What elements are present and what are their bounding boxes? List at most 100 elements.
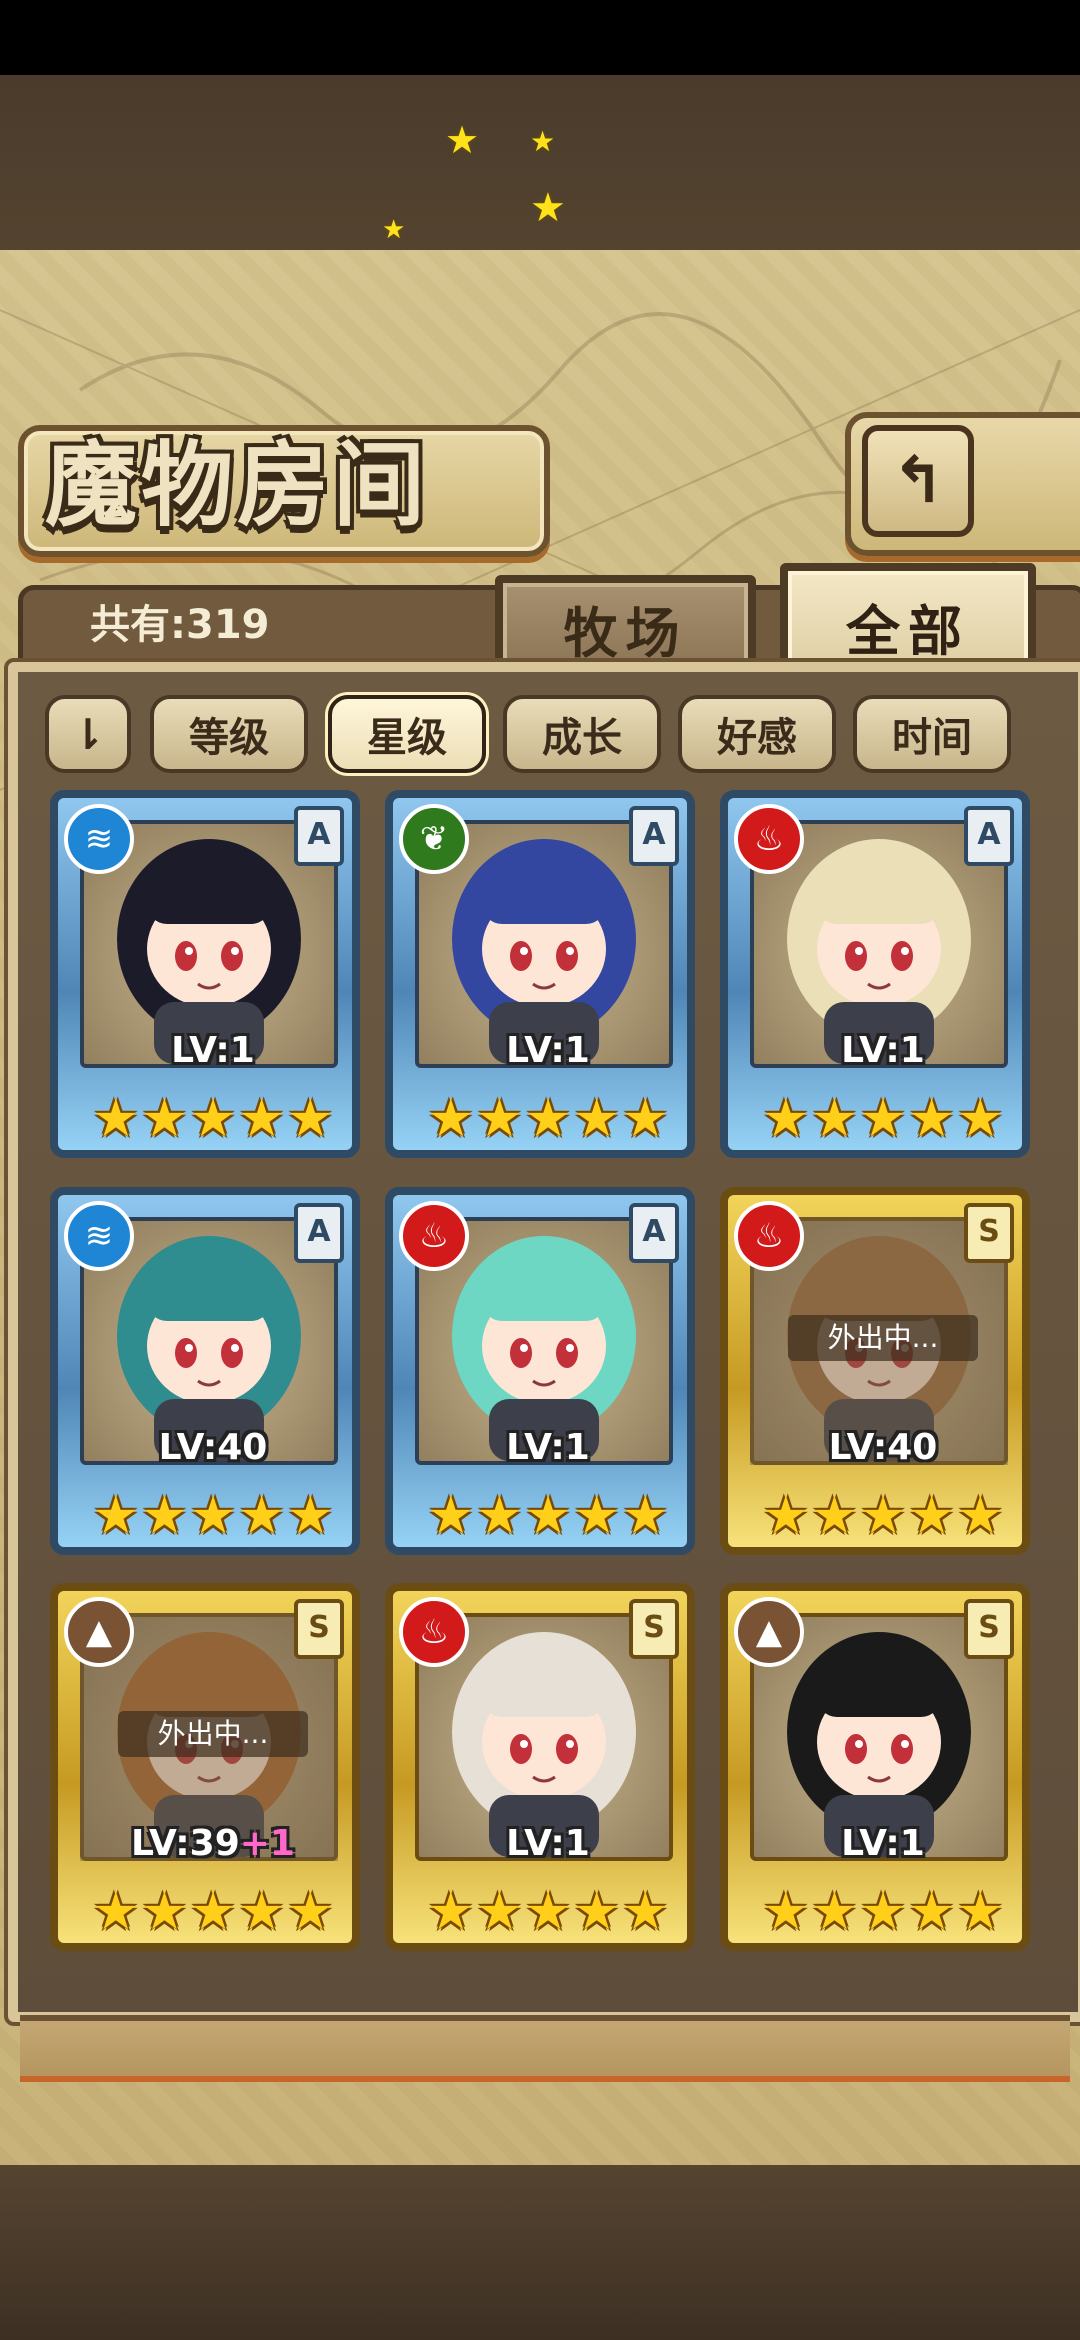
star-icon: ★ xyxy=(908,1089,955,1149)
level-label: LV:1 xyxy=(58,1030,352,1071)
sort-order-icon: ⇂ xyxy=(70,709,106,759)
star-icon: ★ xyxy=(621,1882,669,1942)
star-icon: ★ xyxy=(524,1089,572,1149)
star-icon: ★ xyxy=(238,1882,285,1942)
level-value: LV:1 xyxy=(506,1427,590,1468)
sort-growth-button[interactable]: 成长 xyxy=(503,695,661,773)
star-icon: ★ xyxy=(956,1882,1004,1942)
rank-badge: S xyxy=(294,1599,344,1659)
star-icon: ★ xyxy=(621,1486,669,1546)
decorative-star-icon: ★ xyxy=(382,215,406,245)
star-rating: ★ ★ ★ ★ ★ xyxy=(762,1089,1003,1149)
star-rating: ★ ★ ★ ★ ★ xyxy=(762,1486,1003,1546)
monster-card[interactable]: 外出中... ♨ S LV:40 ★ ★ ★ ★ ★ xyxy=(720,1187,1030,1555)
star-icon: ★ xyxy=(427,1486,475,1546)
rank-badge: S xyxy=(964,1203,1014,1263)
water-icon: ≋ xyxy=(64,804,134,874)
decorative-star-icon: ★ xyxy=(530,185,566,231)
monster-card[interactable]: ▲ S LV:1 ★ ★ ★ ★ ★ xyxy=(720,1583,1030,1951)
sort-level-button[interactable]: 等级 xyxy=(150,695,308,773)
star-icon: ★ xyxy=(573,1089,620,1149)
sort-time-button[interactable]: 时间 xyxy=(853,695,1011,773)
panel-bottom-strip xyxy=(20,2015,1070,2082)
star-rating: ★ ★ ★ ★ ★ xyxy=(762,1882,1003,1942)
star-icon: ★ xyxy=(92,1882,140,1942)
star-icon: ★ xyxy=(238,1486,285,1546)
star-icon: ★ xyxy=(189,1486,237,1546)
rank-badge: A xyxy=(294,1203,344,1263)
star-icon: ★ xyxy=(286,1882,334,1942)
star-icon: ★ xyxy=(956,1089,1004,1149)
water-icon: ≋ xyxy=(64,1201,134,1271)
star-icon: ★ xyxy=(621,1089,669,1149)
monster-card[interactable]: ≋ A LV:1 ★ ★ ★ ★ ★ xyxy=(50,790,360,1158)
level-label: LV:40 xyxy=(58,1427,352,1468)
star-icon: ★ xyxy=(286,1089,334,1149)
star-icon: ★ xyxy=(811,1486,858,1546)
total-count: 共有:319 xyxy=(90,602,270,648)
star-icon: ★ xyxy=(859,1089,907,1149)
monster-card[interactable]: ♨ A LV:1 ★ ★ ★ ★ ★ xyxy=(720,790,1030,1158)
star-icon: ★ xyxy=(476,1089,523,1149)
level-label: LV:1 xyxy=(728,1823,1022,1864)
star-icon: ★ xyxy=(92,1089,140,1149)
star-icon: ★ xyxy=(908,1882,955,1942)
decorative-star-icon: ★ xyxy=(445,118,480,162)
level-label: LV:39+1 xyxy=(58,1823,352,1864)
level-label: LV:1 xyxy=(393,1823,687,1864)
level-bonus: +1 xyxy=(239,1823,295,1864)
monster-card[interactable]: ≋ A LV:40 ★ ★ ★ ★ ★ xyxy=(50,1187,360,1555)
star-icon: ★ xyxy=(811,1882,858,1942)
star-icon: ★ xyxy=(573,1882,620,1942)
mountain-icon: ▲ xyxy=(734,1597,804,1667)
sort-bar: ⇂ 等级 星级 成长 好感 时间 xyxy=(45,695,1035,773)
page-title: 魔物房间 xyxy=(45,431,430,539)
level-value: LV:1 xyxy=(506,1030,590,1071)
star-icon: ★ xyxy=(427,1089,475,1149)
star-rating: ★ ★ ★ ★ ★ xyxy=(427,1486,668,1546)
sort-star-button[interactable]: 星级 xyxy=(328,695,486,773)
monster-card[interactable]: ♨ S LV:1 ★ ★ ★ ★ ★ xyxy=(385,1583,695,1951)
star-icon: ★ xyxy=(427,1882,475,1942)
away-status-label: 外出中... xyxy=(788,1315,978,1361)
star-icon: ★ xyxy=(859,1486,907,1546)
star-icon: ★ xyxy=(92,1486,140,1546)
decorative-star-icon: ★ xyxy=(530,125,556,158)
sort-order-toggle-button[interactable]: ⇂ xyxy=(45,695,131,773)
star-icon: ★ xyxy=(859,1882,907,1942)
star-icon: ★ xyxy=(524,1486,572,1546)
star-icon: ★ xyxy=(286,1486,334,1546)
fire-icon: ♨ xyxy=(399,1597,469,1667)
back-button[interactable]: ↰ xyxy=(862,425,974,537)
sort-affection-button[interactable]: 好感 xyxy=(678,695,836,773)
star-icon: ★ xyxy=(811,1089,858,1149)
level-label: LV:40 xyxy=(728,1427,1022,1468)
star-icon: ★ xyxy=(238,1089,285,1149)
star-icon: ★ xyxy=(762,1089,810,1149)
rank-badge: A xyxy=(629,806,679,866)
level-label: LV:1 xyxy=(728,1030,1022,1071)
star-rating: ★ ★ ★ ★ ★ xyxy=(92,1089,333,1149)
star-icon: ★ xyxy=(762,1882,810,1942)
monster-card[interactable]: ♨ A LV:1 ★ ★ ★ ★ ★ xyxy=(385,1187,695,1555)
star-rating: ★ ★ ★ ★ ★ xyxy=(427,1882,668,1942)
star-icon: ★ xyxy=(476,1882,523,1942)
level-value: LV:39 xyxy=(131,1823,240,1864)
rank-badge: A xyxy=(294,806,344,866)
level-label: LV:1 xyxy=(393,1427,687,1468)
level-value: LV:1 xyxy=(506,1823,590,1864)
star-icon: ★ xyxy=(141,1089,188,1149)
mountain-icon: ▲ xyxy=(64,1597,134,1667)
monster-card[interactable]: 外出中... ▲ S LV:39+1 ★ ★ ★ ★ ★ xyxy=(50,1583,360,1951)
away-status-label: 外出中... xyxy=(118,1711,308,1757)
rank-badge: S xyxy=(629,1599,679,1659)
fire-icon: ♨ xyxy=(734,804,804,874)
star-rating: ★ ★ ★ ★ ★ xyxy=(92,1486,333,1546)
monster-card[interactable]: ❦ A LV:1 ★ ★ ★ ★ ★ xyxy=(385,790,695,1158)
star-icon: ★ xyxy=(476,1486,523,1546)
level-value: LV:1 xyxy=(841,1823,925,1864)
level-value: LV:40 xyxy=(158,1427,268,1468)
fire-icon: ♨ xyxy=(734,1201,804,1271)
level-value: LV:1 xyxy=(841,1030,925,1071)
star-icon: ★ xyxy=(524,1882,572,1942)
